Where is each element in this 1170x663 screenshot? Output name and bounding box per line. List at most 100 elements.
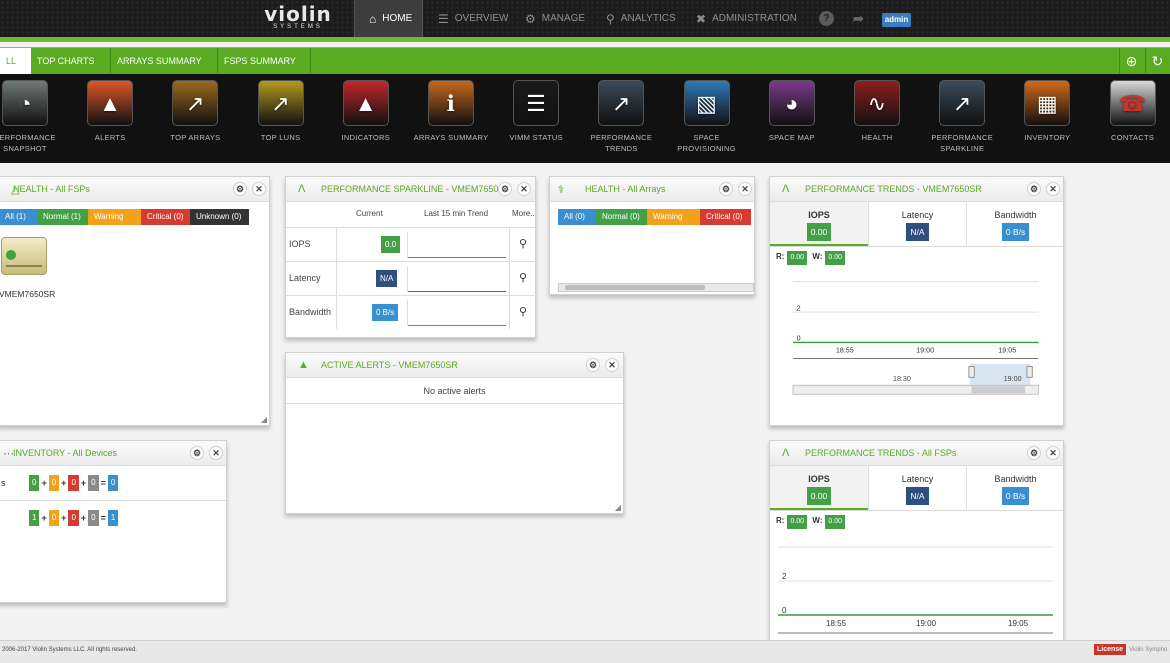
dashboard-tab-strip: LL TOP CHARTS ARRAYS SUMMARY FSPS SUMMAR… [0, 47, 1170, 74]
nav-manage[interactable]: ⚙ MANAGE [525, 0, 585, 37]
filter-critical[interactable]: Critical (0) [141, 209, 190, 225]
tab-latency[interactable]: Latency N/A [868, 466, 966, 510]
add-tab-icon[interactable]: ⊕ [1119, 48, 1143, 74]
dashboard-label: SPACE MAP [768, 133, 815, 142]
sparkline-header: Current Last 15 min Trend More.. [356, 209, 535, 218]
widget-header[interactable]: △ HEALTH - All FSPs ⚙ ✕ [0, 177, 269, 202]
x-tick-label: 19:05 [1008, 619, 1029, 628]
product-name: Violin Sympho [1129, 647, 1168, 653]
violin-logo[interactable]: violin SYSTEMS [258, 4, 338, 33]
dashboard-label: ARRAYS SUMMARY [413, 133, 489, 142]
inventory-counts: 0 + 0 + 0 + 0 = 0 [29, 475, 119, 491]
filter-normal[interactable]: Normal (1) [37, 209, 88, 225]
widget-header[interactable]: Λ PERFORMANCE TRENDS - VMEM7650SR ⚙ ✕ [770, 177, 1063, 202]
dashboard-inventory[interactable]: ▦ INVENTORY [1007, 80, 1087, 143]
y-tick-label: 0 [782, 606, 787, 615]
dashboard-space-provisioning[interactable]: ▧ SPACE PROVISIONING [667, 80, 747, 154]
gear-icon[interactable]: ⚙ [586, 358, 600, 372]
widget-header[interactable]: Λ PERFORMANCE SPARKLINE - VMEM7650SR ⚙ ✕ [286, 177, 535, 202]
widget-title: PERFORMANCE TRENDS - All FSPs [805, 448, 957, 458]
filter-all[interactable]: All (0) [558, 209, 596, 225]
close-icon[interactable]: ✕ [252, 182, 266, 196]
refresh-icon[interactable]: ↻ [1145, 48, 1169, 74]
dashboard-gauge[interactable]: ◔ PERFORMANCE SNAPSHOT [0, 80, 65, 154]
dashboard-performance-trends[interactable]: ↗ PERFORMANCE TRENDS [581, 80, 661, 154]
close-icon[interactable]: ✕ [605, 358, 619, 372]
read-write-values: R: 0.00 W: 0.00 [776, 251, 848, 265]
filter-warning[interactable]: Warning (0) [88, 209, 141, 237]
tab-all[interactable]: LL [0, 48, 31, 74]
dashboard-label: INDICATORS [341, 133, 391, 142]
dashboard-label: INVENTORY [1024, 133, 1071, 142]
close-icon[interactable]: ✕ [517, 182, 531, 196]
dashboard-performance-sparkline[interactable]: ↗ PERFORMANCE SPARKLINE [922, 80, 1002, 154]
widget-header[interactable]: ▲ ACTIVE ALERTS - VMEM7650SR ⚙ ✕ [286, 353, 623, 378]
gear-icon[interactable]: ⚙ [719, 182, 733, 196]
gear-icon[interactable]: ⚙ [498, 182, 512, 196]
arrays-summary-icon: ℹ [428, 80, 474, 126]
widget-title: HEALTH - All FSPs [13, 184, 90, 194]
tab-top-charts[interactable]: TOP CHARTS [31, 48, 111, 74]
dashboard-health[interactable]: ∿ HEALTH [837, 80, 917, 143]
filter-all[interactable]: All (1) [0, 209, 37, 225]
no-alerts-message: No active alerts [286, 378, 623, 404]
latency-trend [407, 266, 508, 292]
horizontal-scrollbar[interactable] [558, 283, 754, 292]
widget-health-arrays: ⚕ HEALTH - All Arrays ⚙ ✕ All (0) Normal… [549, 176, 755, 295]
license-button[interactable]: License [1094, 644, 1127, 655]
dashboard-space-map[interactable]: ◕ SPACE MAP [752, 80, 832, 143]
close-icon[interactable]: ✕ [209, 446, 223, 460]
gear-icon[interactable]: ⚙ [190, 446, 204, 460]
gear-icon[interactable]: ⚙ [1027, 182, 1041, 196]
nav-overview[interactable]: ☰ OVERVIEW [438, 0, 508, 37]
tab-bandwidth[interactable]: Bandwidth 0 B/s [966, 202, 1064, 246]
widget-header[interactable]: Λ PERFORMANCE TRENDS - All FSPs ⚙ ✕ [770, 441, 1063, 466]
gear-icon[interactable]: ⚙ [1027, 446, 1041, 460]
indicators-icon: ▲ [342, 80, 389, 126]
widget-header[interactable]: ⚕ HEALTH - All Arrays ⚙ ✕ [550, 177, 754, 202]
nav-home[interactable]: ⌂ HOME [354, 0, 423, 37]
inventory-counts: 1 + 0 + 0 + 0 = 1 [29, 510, 119, 526]
widget-health-fsps: △ HEALTH - All FSPs ⚙ ✕ All (1) Normal (… [0, 176, 270, 426]
gear-icon[interactable]: ⚙ [233, 182, 247, 196]
zoom-icon[interactable]: ⚲ [509, 262, 536, 295]
filter-normal[interactable]: Normal (0) [596, 209, 647, 225]
alert-icon: ▲ [87, 80, 134, 126]
top-nav: violin SYSTEMS ⌂ HOME ☰ OVERVIEW ⚙ MANAGE ⚲… [0, 0, 1170, 37]
nav-analytics[interactable]: ⚲ ANALYTICS [606, 0, 676, 37]
filter-critical[interactable]: Critical (0) [700, 209, 751, 225]
x-tick-label: 18:55 [836, 346, 854, 354]
zoom-icon[interactable]: ⚲ [509, 228, 536, 261]
close-icon[interactable]: ✕ [1046, 182, 1060, 196]
device-tile[interactable]: VMEM7650SR [0, 237, 55, 299]
zoom-icon[interactable]: ⚲ [509, 296, 536, 329]
dashboard-label: SPACE PROVISIONING [677, 133, 736, 153]
nav-administration[interactable]: ✖ ADMINISTRATION [696, 0, 797, 37]
sparkline-row-iops: IOPS 0.0 ⚲ [286, 227, 536, 261]
dashboard-vimm-status[interactable]: ☰ VIMM STATUS [496, 80, 576, 143]
filter-unknown[interactable]: Unknown (0) [190, 209, 249, 225]
dashboard-top-arrays[interactable]: ↗ TOP ARRAYS [155, 80, 235, 143]
dashboard-top-luns[interactable]: ↗ TOP LUNS [241, 80, 321, 143]
tab-iops[interactable]: IOPS 0.00 [770, 202, 868, 246]
dashboard-arrays-summary[interactable]: ℹ ARRAYS SUMMARY [411, 80, 491, 143]
tab-bandwidth[interactable]: Bandwidth 0 B/s [966, 466, 1064, 510]
y-tick-label: 2 [797, 304, 801, 312]
dashboard-alert[interactable]: ▲ ALERTS [70, 80, 150, 143]
resize-handle-icon[interactable]: ◢ [261, 415, 267, 424]
widget-header[interactable]: ⋯ INVENTORY - All Devices ⚙ ✕ [0, 441, 226, 466]
close-icon[interactable]: ✕ [738, 182, 752, 196]
share-icon[interactable]: ➦ [851, 11, 866, 26]
health-filter-bar: All (0) Normal (0) Warning (0) Critical … [558, 209, 754, 237]
tab-latency[interactable]: Latency N/A [868, 202, 966, 246]
filter-warning[interactable]: Warning (0) [647, 209, 700, 237]
user-badge[interactable]: admin [882, 13, 911, 27]
tab-arrays-summary[interactable]: ARRAYS SUMMARY [111, 48, 218, 74]
help-icon[interactable]: ? [819, 11, 834, 26]
tab-fsps-summary[interactable]: FSPS SUMMARY [218, 48, 311, 74]
dashboard-indicators[interactable]: ▲ INDICATORS [326, 80, 406, 143]
tab-iops[interactable]: IOPS 0.00 [770, 466, 868, 510]
dashboard-contacts[interactable]: ☎ CONTACTS [1093, 80, 1170, 143]
resize-handle-icon[interactable]: ◢ [615, 503, 621, 512]
close-icon[interactable]: ✕ [1046, 446, 1060, 460]
